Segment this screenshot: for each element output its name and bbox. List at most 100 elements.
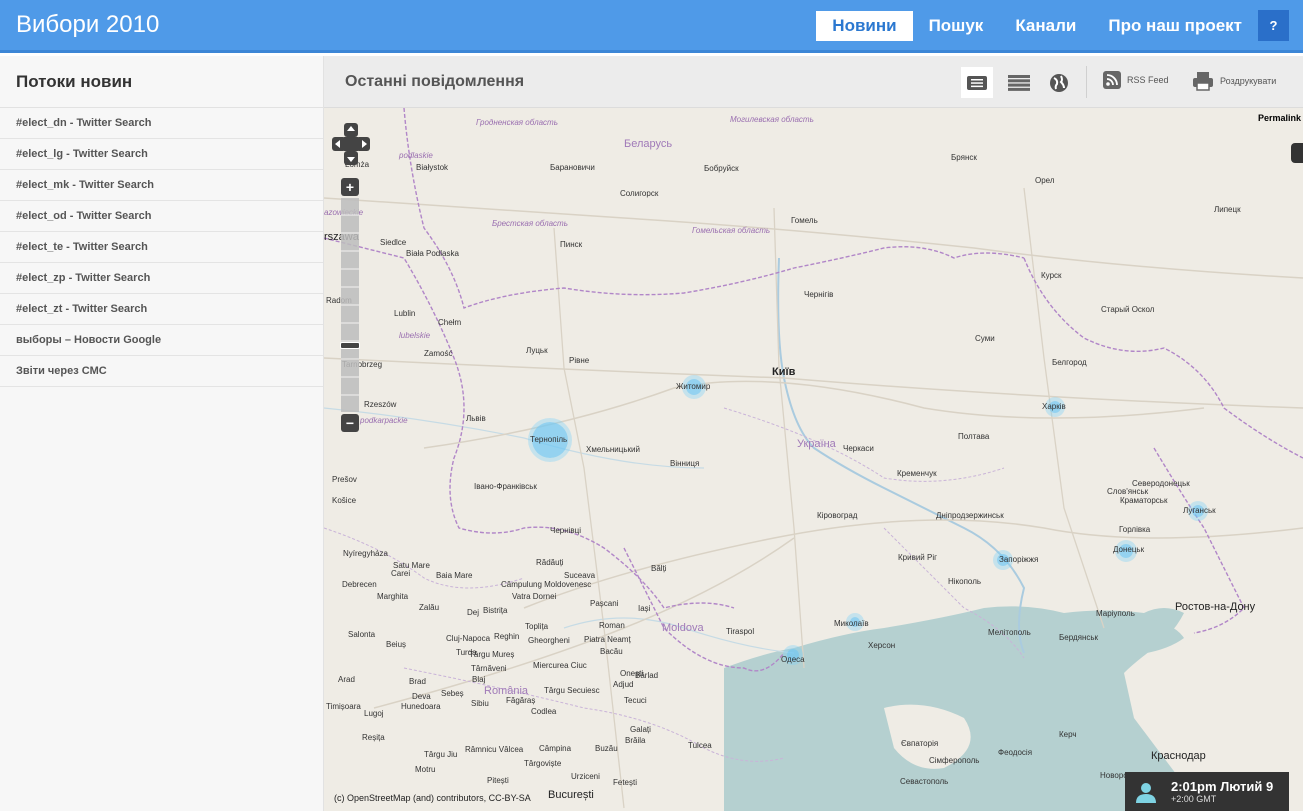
map-label-targu-jiu: Târgu Jiu [424,750,458,759]
map-label-gheorgheni: Gheorgheni [528,636,570,645]
help-button[interactable]: ? [1258,10,1289,41]
map-label-ternopil: Тернопіль [530,435,568,444]
map-label-resita: Reșița [362,733,385,742]
pan-arrows-icon [332,123,370,165]
map-label-sevastopol: Севастополь [900,777,949,786]
detail-view-button[interactable] [1003,67,1035,98]
print-link[interactable]: Роздрукувати [1192,71,1276,91]
feed-item-elect-lg[interactable]: #elect_lg - Twitter Search [0,139,323,170]
map-label-chernivtsi: Чернівці [550,526,582,535]
nav-news[interactable]: Новини [816,10,913,41]
map-label-nikopol: Нікополь [948,577,982,586]
map-label-blaj: Blaj [472,675,486,684]
rss-feed-link[interactable]: RSS Feed [1103,71,1169,89]
rss-label: RSS Feed [1127,75,1169,85]
list-icon [967,75,987,90]
map-label-vinnytsia: Вінниця [670,459,700,468]
zoom-control: + − [340,178,360,434]
map-label-gomel: Гомель [791,216,818,225]
zoom-slider-handle[interactable] [340,342,360,349]
feed-item-elect-od[interactable]: #elect_od - Twitter Search [0,201,323,232]
map-label-sumy: Суми [975,334,995,343]
map-label-braila: Brăila [625,736,646,745]
map-label-ramnicu-valcea: Râmnicu Vâlcea [465,745,524,754]
map-label-siedlce: Siedlce [380,238,407,247]
map-label-timisoara: Timișoara [326,702,361,711]
list-view-button[interactable] [961,67,993,98]
map-label-baia-mare: Baia Mare [436,571,473,580]
map-label-dej: Dej [467,608,480,617]
feed-item-elect-te[interactable]: #elect_te - Twitter Search [0,232,323,263]
map-label-kharkiv: Харків [1042,402,1066,411]
map-label-kremenchuk: Кременчук [897,469,937,478]
map-label-debrecen: Debrecen [342,580,377,589]
zoom-out-button[interactable]: − [341,414,359,432]
map-label-targu-secuiesc: Târgu Secuiesc [544,686,600,695]
feed-item-elect-zt[interactable]: #elect_zt - Twitter Search [0,294,323,325]
map-label-bistrita: Bistrița [483,606,508,615]
map-label-campina: Câmpina [539,744,572,753]
map-label-mykolaiv: Миколаїв [834,619,869,628]
globe-icon [1050,73,1068,92]
map-label-kryvyi-rih: Кривий Ріг [898,553,938,562]
page-title: Останні повідомлення [345,73,525,90]
feed-item-elect-zp[interactable]: #elect_zp - Twitter Search [0,263,323,294]
map-label-tiraspol: Tiraspol [726,627,755,636]
map-label-toplita: Toplița [525,622,549,631]
map-label-kherson: Херсон [868,641,896,650]
map-label-rostov: Ростов-на-Дону [1175,601,1256,613]
map-label-biala-podlaska: Biała Podlaska [406,249,459,258]
zoom-track[interactable] [341,198,359,412]
site-title[interactable]: Вибори 2010 [16,11,159,39]
toolbar-divider [1086,66,1087,98]
nav-search[interactable]: Пошук [913,11,1000,41]
map-view-button[interactable] [1043,67,1075,98]
map-label-kursk: Курск [1041,271,1062,280]
map-label-lugoj: Lugoj [364,709,384,718]
nav-channels[interactable]: Канали [999,11,1092,41]
layer-switcher-button[interactable] [1291,143,1303,163]
map-label-roman: Roman [599,621,625,630]
map-label-ukraine: Україна [797,438,836,450]
map-view[interactable]: Беларусь Україна Moldova România Гроднен… [324,108,1303,811]
feed-item-elect-mk[interactable]: #elect_mk - Twitter Search [0,170,323,201]
map-label-soligorsk: Солигорск [620,189,659,198]
map-label-bucuresti: București [548,789,594,801]
map-label-suceava: Suceava [564,571,596,580]
map-label-galati: Galați [630,725,651,734]
feed-item-elect-dn[interactable]: #elect_dn - Twitter Search [0,108,323,139]
map-label-fetesti: Fetești [613,778,638,787]
map-label-donetsk: Донецьк [1113,545,1145,554]
map-label-mariupol: Маріуполь [1096,609,1135,618]
map-label-beius: Beiuș [386,640,407,649]
feed-item-google-news[interactable]: выборы – Новости Google [0,325,323,356]
sidebar-title: Потоки новин [0,56,323,108]
map-attribution: (c) OpenStreetMap (and) contributors, CC… [334,793,531,803]
map-label-urziceni: Urziceni [571,772,600,781]
zoom-in-button[interactable]: + [341,178,359,196]
permalink-link[interactable]: Permalink [1258,113,1301,123]
map-label-pinsk: Пинск [560,240,583,249]
clock-text: 2:01pm Лютий 9 +2:00 GMT [1171,779,1273,804]
map-label-belgorod: Белгород [1052,358,1087,367]
feed-item-sms-reports[interactable]: Звіти через СМС [0,356,323,387]
map-label-lubelskie: lubelskie [399,331,431,340]
map-label-grodno: Гродненская область [476,118,558,127]
header: Вибори 2010 Новини Пошук Канали Про наш … [0,0,1303,53]
stacked-list-icon [1008,74,1030,91]
map-label-baranovichi: Барановичи [550,163,595,172]
map-label-cimpulung: Câmpulung Moldovenesc [501,580,592,589]
map-label-buzau: Buzău [595,744,618,753]
map-label-balti: Bălți [651,564,667,573]
print-label: Роздрукувати [1220,76,1277,86]
map-label-reghin: Reghin [494,632,520,641]
map-label-targu-mures: Târgu Mureș [469,650,515,659]
map-label-miercurea-ciuc: Miercurea Ciuc [533,661,587,670]
nav-about[interactable]: Про наш проект [1092,11,1258,41]
map-label-poltava: Полтава [958,432,990,441]
map-label-kramatorsk: Краматорськ [1120,496,1168,505]
map-label-targoviste: Târgoviște [524,759,562,768]
map-label-zhytomyr: Житомир [676,382,711,391]
map-label-rivne: Рівне [569,356,590,365]
map-label-sloviansk: Слов'янськ [1107,487,1149,496]
